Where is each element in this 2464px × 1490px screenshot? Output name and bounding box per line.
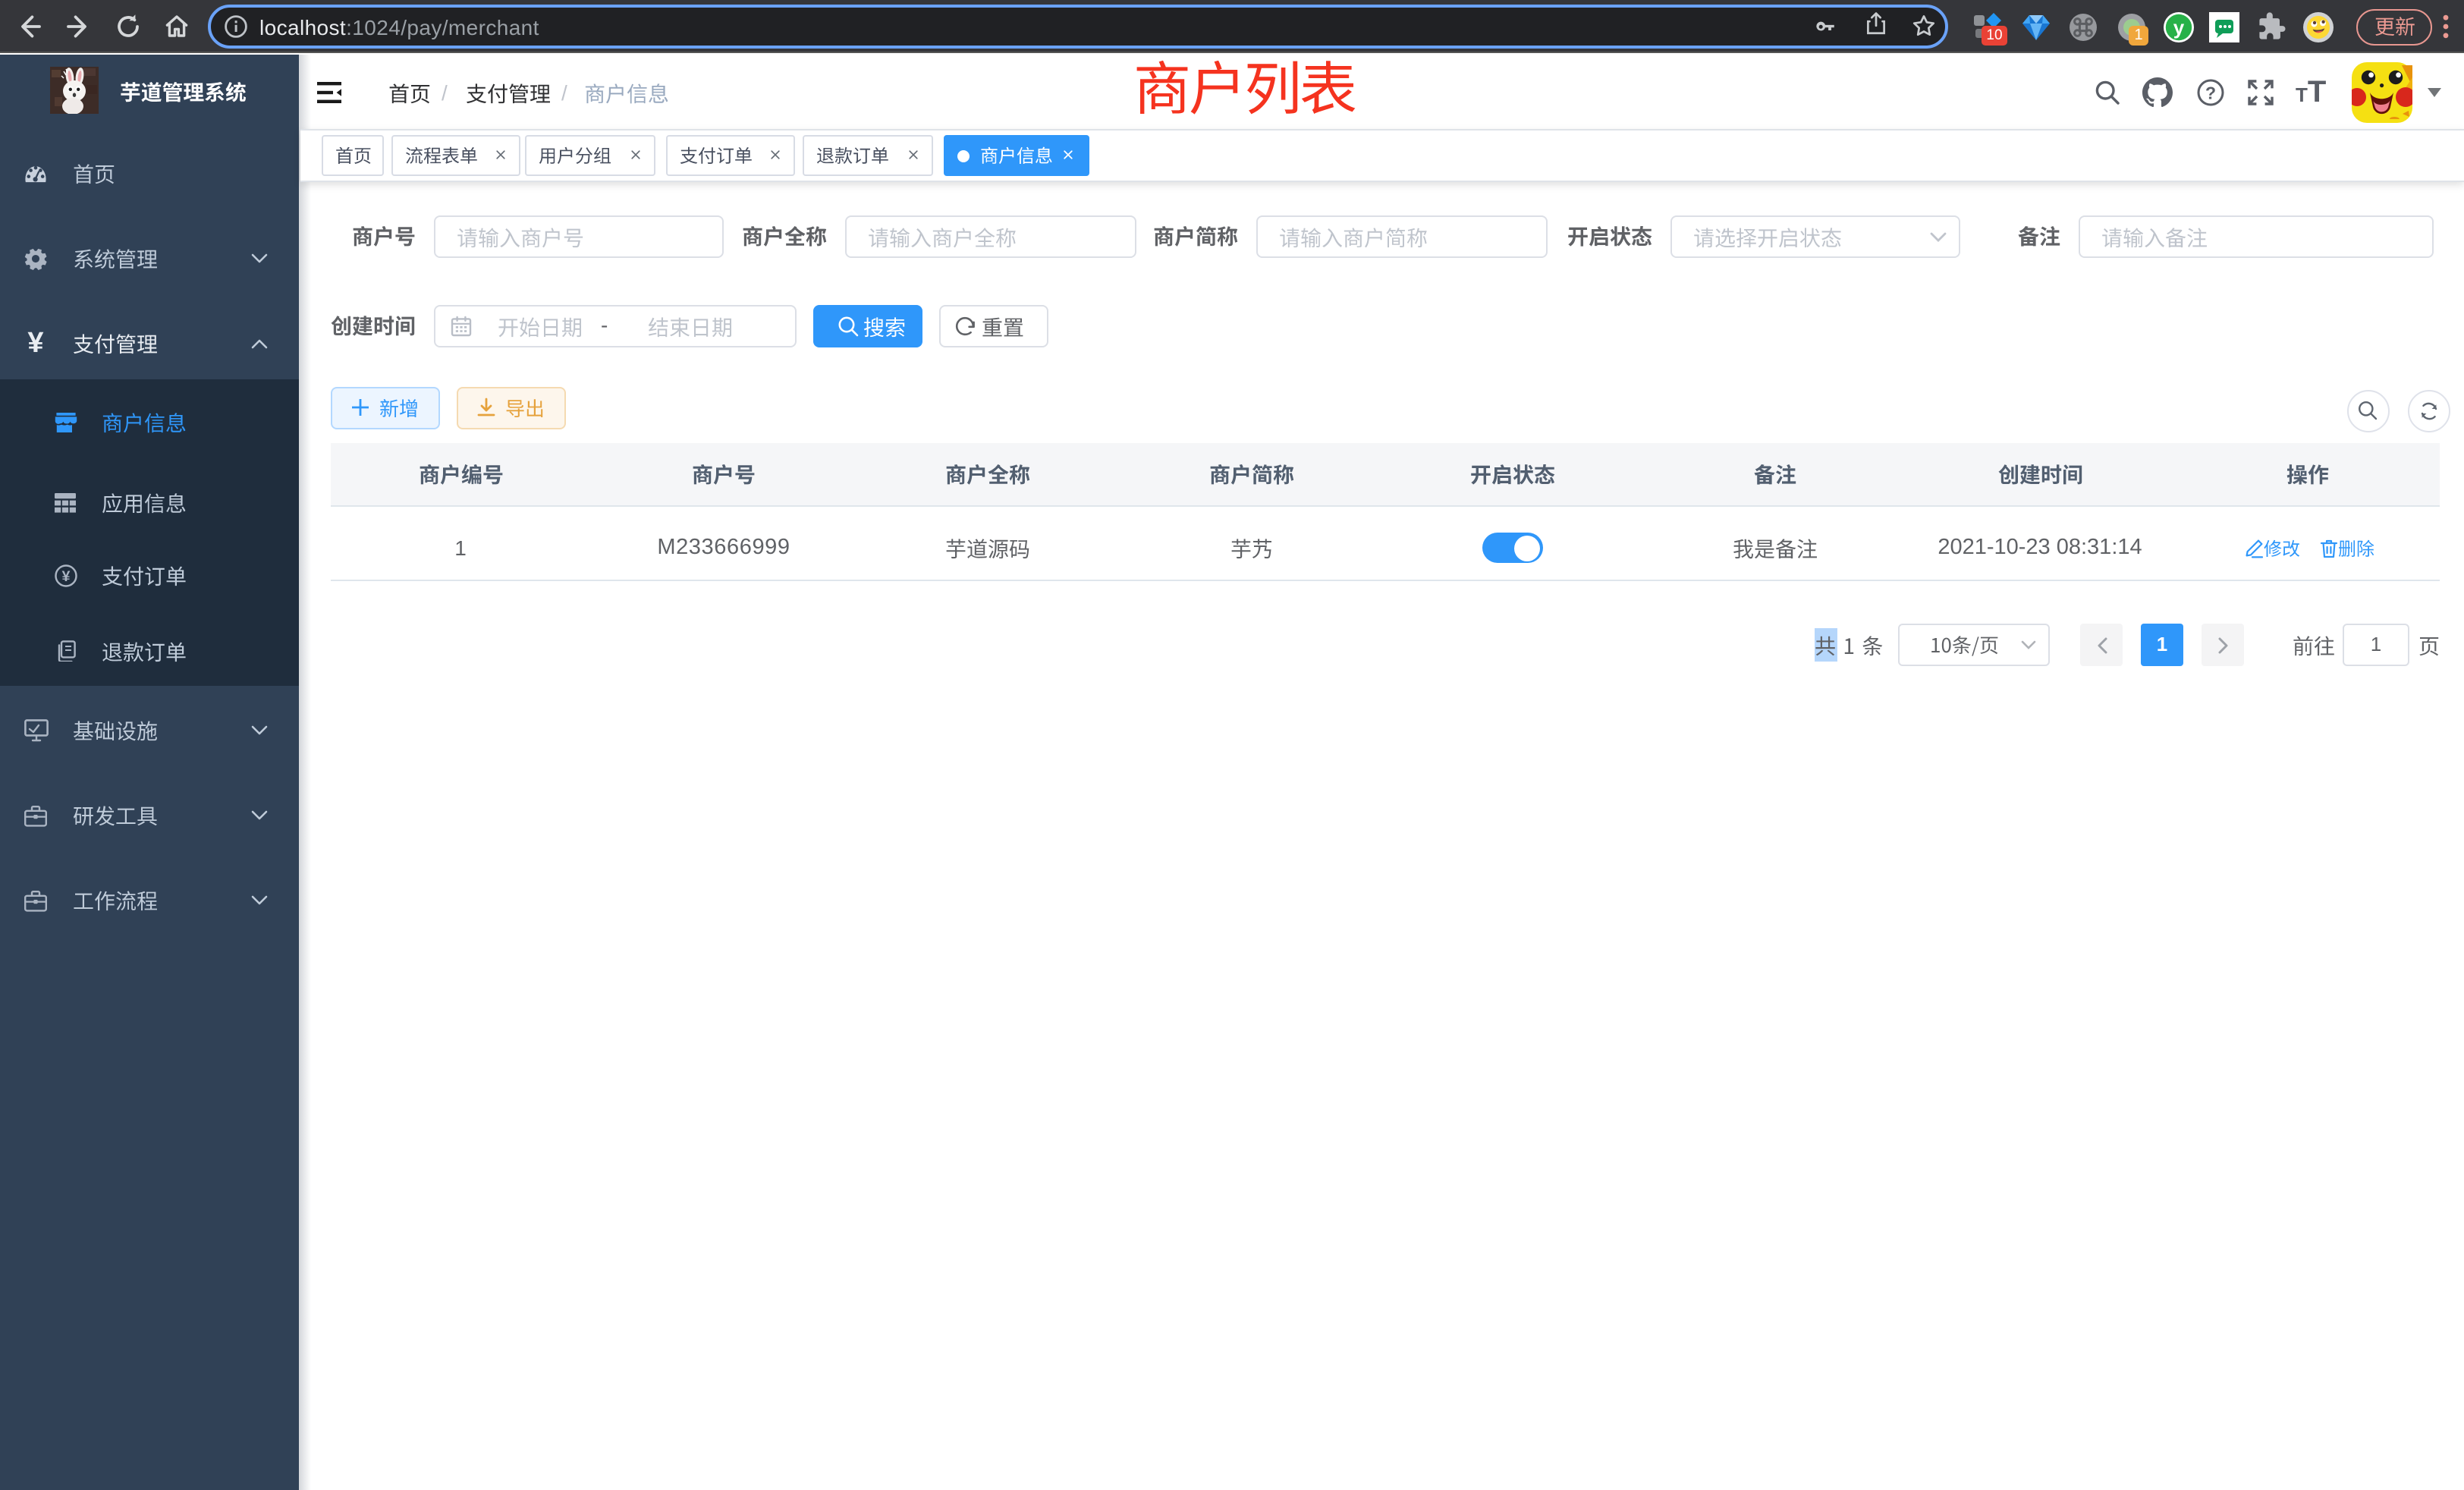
svg-text:?: ? xyxy=(2205,83,2216,102)
svg-text:y: y xyxy=(2173,15,2185,38)
svg-text:¥: ¥ xyxy=(62,567,71,584)
svg-text:¥: ¥ xyxy=(27,328,43,357)
